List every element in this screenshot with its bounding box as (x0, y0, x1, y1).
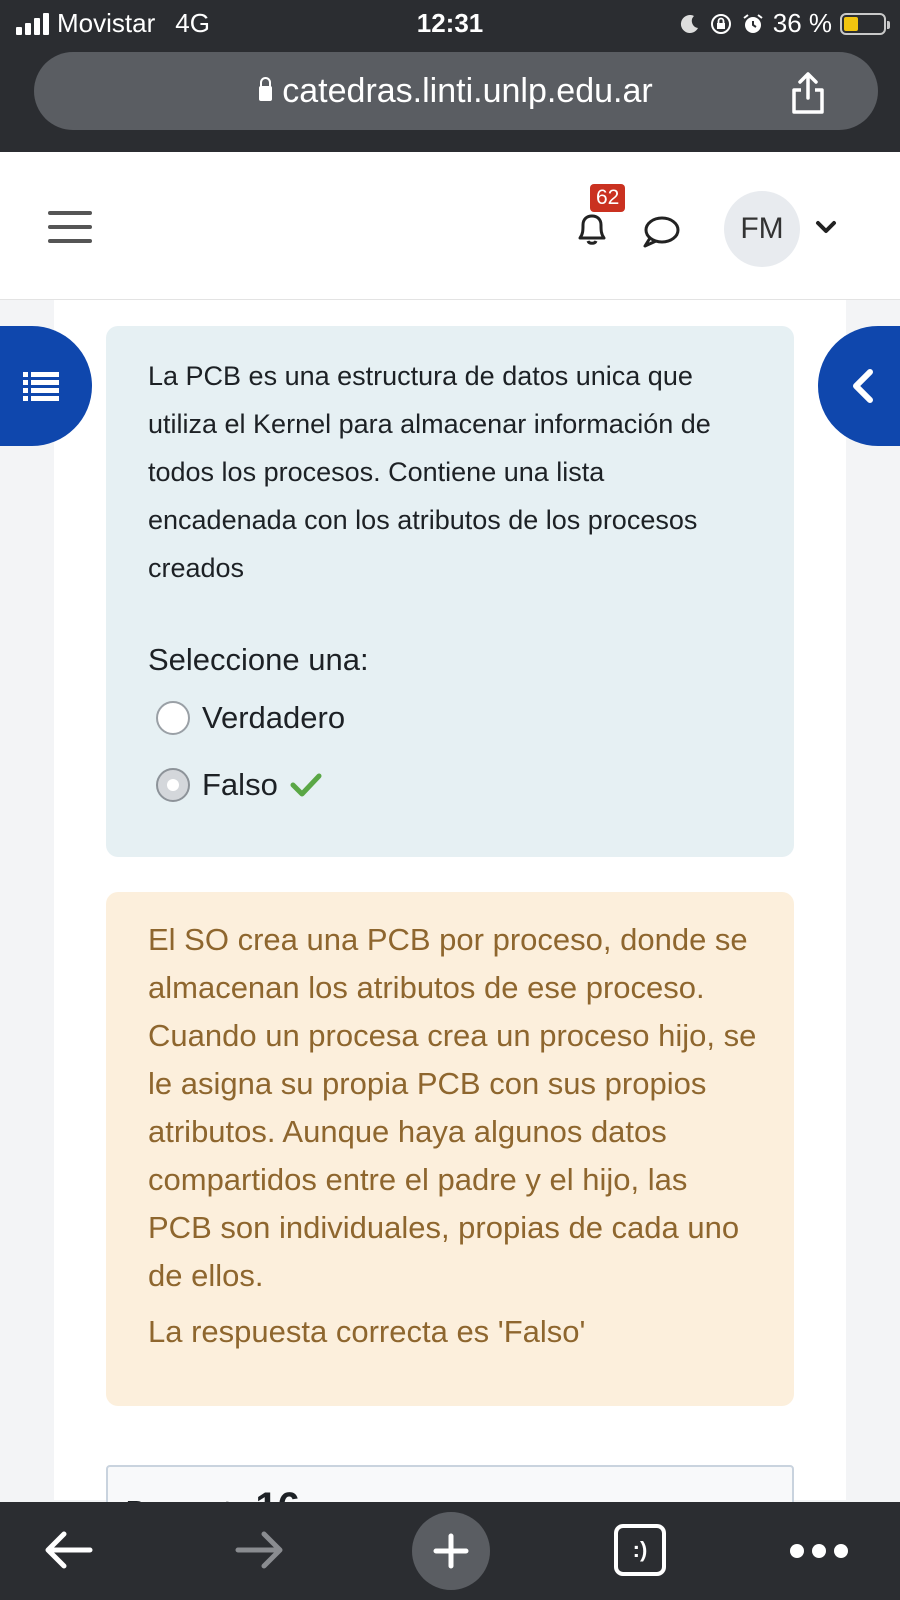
url-text: catedras.linti.unlp.edu.ar (282, 72, 653, 110)
right-answer: La respuesta correcta es 'Falso' (148, 1314, 586, 1349)
radio-verdadero[interactable] (156, 701, 190, 735)
chat-icon[interactable] (640, 212, 682, 252)
battery-fill (844, 16, 858, 31)
more-icon[interactable] (790, 1544, 848, 1558)
status-bar: Movistar 4G 12:31 36 % (0, 0, 900, 46)
option-falso[interactable]: Falso (156, 767, 322, 803)
alarm-icon (743, 13, 763, 33)
url-field[interactable]: catedras.linti.unlp.edu.ar (34, 52, 878, 130)
option-label: Falso (202, 767, 278, 802)
radio-falso[interactable] (156, 768, 190, 802)
browser-bar: catedras.linti.unlp.edu.ar (0, 46, 900, 152)
status-right: 36 % (679, 8, 890, 39)
tabs-icon[interactable]: :) (614, 1524, 666, 1576)
question-formulation: La PCB es una estructura de datos unica … (106, 326, 794, 857)
url-container: catedras.linti.unlp.edu.ar (34, 72, 878, 111)
rotation-lock-icon (710, 13, 731, 34)
back-arrow-icon[interactable] (40, 1528, 96, 1572)
hamburger-icon[interactable] (48, 211, 92, 243)
share-icon[interactable] (788, 70, 828, 116)
check-icon (290, 773, 322, 797)
chevron-down-icon[interactable] (815, 216, 837, 238)
forward-arrow-icon[interactable] (232, 1528, 288, 1572)
option-label: Verdadero (202, 700, 346, 735)
battery-icon (840, 12, 890, 35)
chevron-left-icon (853, 369, 873, 403)
new-tab-button[interactable] (412, 1512, 490, 1590)
lock-icon (259, 77, 273, 101)
battery-percent: 36 % (772, 8, 832, 38)
feedback-box: El SO crea una PCB por proceso, donde se… (106, 892, 794, 1406)
browser-toolbar: :) (0, 1502, 900, 1600)
option-verdadero[interactable]: Verdadero (156, 700, 345, 736)
list-icon (23, 372, 59, 401)
site-header: 62 FM (0, 152, 900, 300)
bell-icon[interactable] (572, 208, 612, 248)
select-prompt: Seleccione una: (148, 642, 369, 677)
plus-icon (433, 1533, 469, 1569)
notification-badge: 62 (590, 184, 626, 212)
user-avatar[interactable]: FM (724, 191, 800, 267)
general-feedback: El SO crea una PCB por proceso, donde se… (148, 922, 757, 1293)
question-text: La PCB es una estructura de datos unica … (148, 361, 711, 583)
moon-icon (680, 14, 698, 33)
